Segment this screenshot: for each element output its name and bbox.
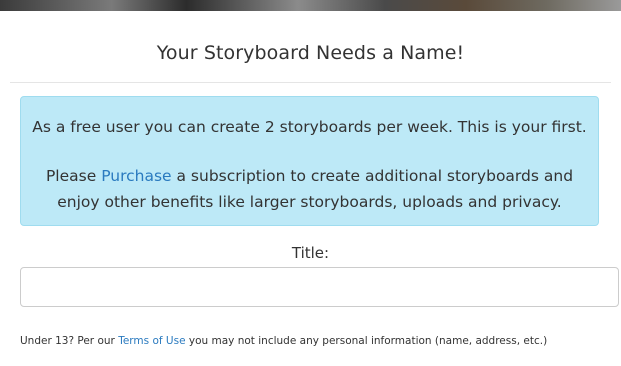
dialog-title: Your Storyboard Needs a Name!: [156, 42, 465, 64]
notice-purchase-prefix: Please: [45, 167, 102, 185]
terms-of-use-link[interactable]: Terms of Use: [118, 335, 185, 347]
notice-limit-text: As a free user you can create 2 storyboa…: [32, 118, 587, 136]
terms-notice-suffix: you may not include any personal informa…: [185, 335, 548, 347]
name-storyboard-dialog: Your Storyboard Needs a Name! As a free …: [0, 11, 621, 366]
title-label: Title:: [291, 244, 330, 262]
purchase-link[interactable]: Purchase: [101, 167, 171, 185]
free-user-notice: As a free user you can create 2 storyboa…: [20, 96, 599, 226]
terms-notice-prefix: Under 13? Per our: [20, 335, 119, 347]
notice-purchase-text: Please Purchase a subscription to create…: [31, 163, 588, 215]
dialog-header: Your Storyboard Needs a Name!: [10, 24, 611, 83]
terms-notice: Under 13? Per our Terms of Use you may n…: [20, 335, 547, 347]
title-input[interactable]: [20, 267, 619, 307]
background-strip: [0, 0, 621, 11]
